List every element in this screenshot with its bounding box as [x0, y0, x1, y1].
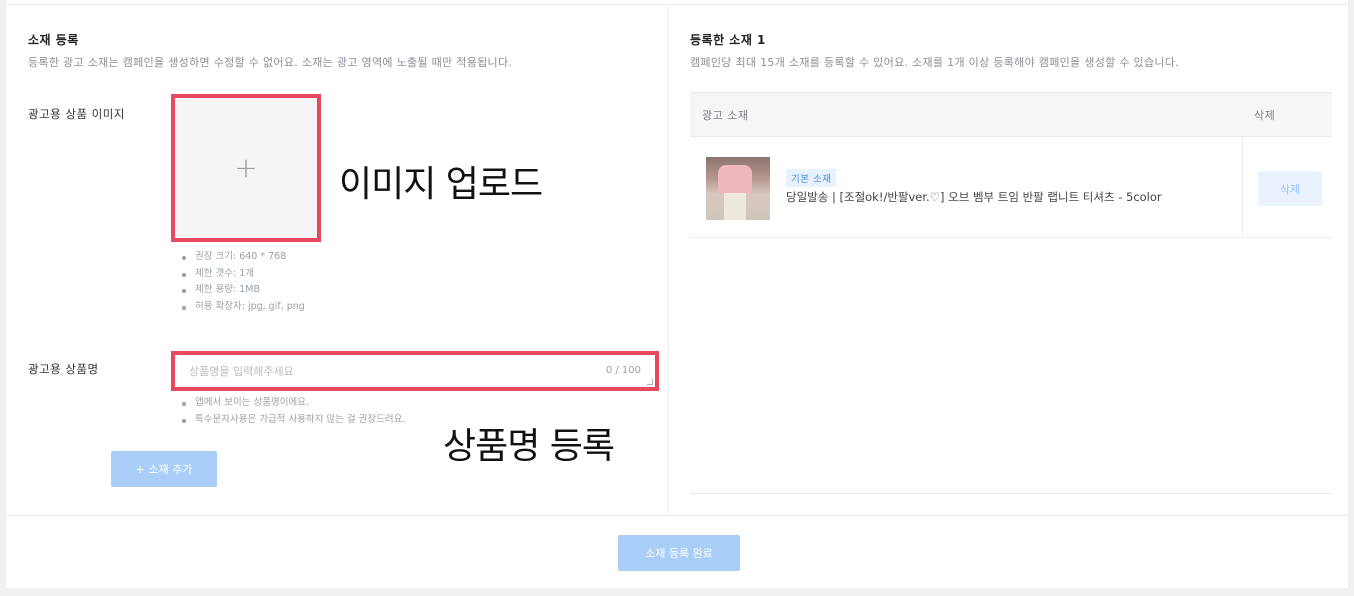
annotation-name-register: 상품명 등록 — [443, 426, 615, 467]
product-name-input[interactable] — [175, 355, 655, 387]
right-section-title: 등록한 소재 1 — [690, 33, 766, 47]
name-label: 광고용 상품명 — [28, 362, 99, 376]
column-divider — [668, 5, 669, 515]
product-name-text: 당일발송 | [조절ok!/반팔ver.♡] 오브 벰부 트임 반팔 랩니트 티… — [786, 190, 1162, 204]
footer-divider — [6, 515, 1348, 516]
left-section-description: 등록한 광고 소재는 캠페인을 생성하면 수정할 수 없어요. 소재는 광고 영… — [28, 56, 513, 69]
table-row: 기본 소재 당일발송 | [조절ok!/반팔ver.♡] 오브 벰부 트임 반팔… — [690, 138, 1332, 238]
resize-handle-icon[interactable] — [647, 379, 653, 385]
delete-button[interactable]: 삭제 — [1258, 171, 1322, 206]
product-thumbnail — [706, 157, 770, 220]
complete-registration-button[interactable]: 소재 등록 완료 — [618, 535, 740, 571]
name-hint-app: 앱에서 보이는 상품명이에요. — [182, 395, 405, 412]
image-label: 광고용 상품 이미지 — [28, 107, 125, 121]
top-border — [6, 4, 1348, 5]
image-hint-count: 제한 갯수: 1개 — [182, 266, 305, 283]
cell-divider — [1242, 138, 1243, 237]
image-hint-capacity: 제한 용량: 1MB — [182, 282, 305, 299]
left-section-title: 소재 등록 — [28, 33, 79, 47]
materials-table: 광고 소재 삭제 기본 소재 당일발송 | [조절ok!/반팔ver.♡] 오브… — [690, 92, 1332, 494]
add-material-button[interactable]: + 소재 추가 — [111, 451, 217, 487]
image-hint-size: 권장 크기: 640 * 768 — [182, 249, 305, 266]
char-counter: 0 / 100 — [605, 365, 641, 376]
annotation-image-upload: 이미지 업로드 — [339, 164, 543, 205]
image-upload-box[interactable]: + — [171, 94, 321, 242]
image-hints: 권장 크기: 640 * 768 제한 갯수: 1개 제한 용량: 1MB 허용… — [182, 249, 305, 315]
name-hint-special-chars: 특수문자사용은 가급적 사용하지 않는 걸 권장드려요. — [182, 412, 405, 429]
image-hint-extensions: 허용 확장자: jpg, gif, png — [182, 299, 305, 316]
right-section-description: 캠페인당 최대 15개 소재를 등록할 수 있어요. 소재를 1개 이상 등록해… — [690, 56, 1180, 69]
table-header: 광고 소재 삭제 — [690, 93, 1332, 137]
plus-icon: + — [234, 151, 258, 184]
default-material-badge: 기본 소재 — [786, 169, 837, 187]
page: 소재 등록 등록한 광고 소재는 캠페인을 생성하면 수정할 수 없어요. 소재… — [5, 0, 1349, 588]
header-delete: 삭제 — [1254, 109, 1276, 122]
header-material: 광고 소재 — [702, 109, 749, 122]
name-hints: 앱에서 보이는 상품명이에요. 특수문자사용은 가급적 사용하지 않는 걸 권장… — [182, 395, 405, 428]
product-name-field: 0 / 100 — [171, 351, 659, 391]
